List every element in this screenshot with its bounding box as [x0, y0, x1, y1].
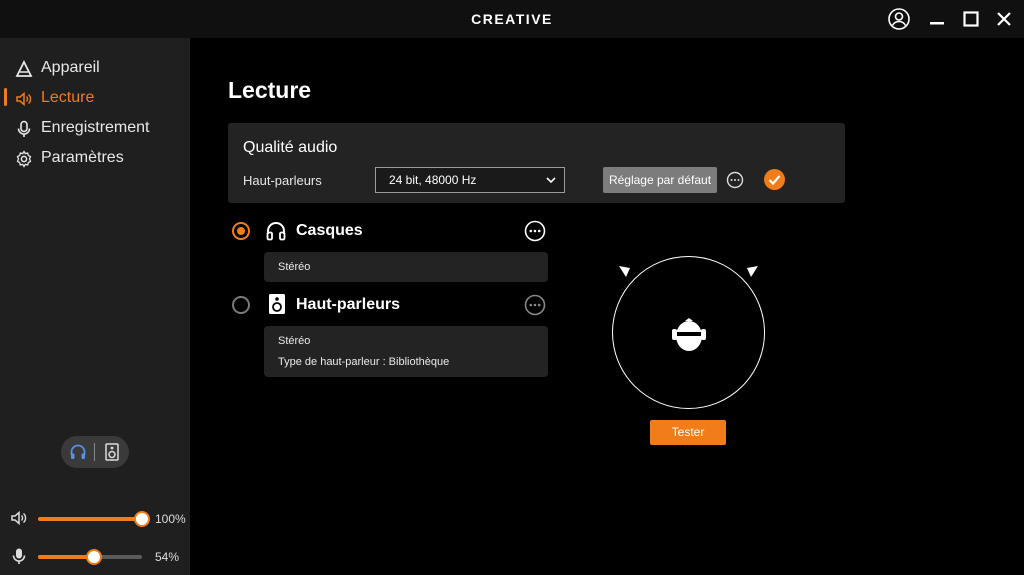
minimize-button[interactable]: [924, 6, 950, 32]
audio-quality-label: Haut-parleurs: [243, 173, 322, 188]
close-icon: [997, 12, 1011, 26]
speaker-icon: [16, 91, 32, 107]
sidebar-item-label: Appareil: [41, 59, 100, 76]
headphones-label: Casques: [296, 222, 363, 239]
speakers-detail-line: Stéréo: [278, 335, 311, 347]
maximize-icon: [963, 11, 979, 27]
gear-icon: [16, 150, 32, 168]
sidebar-item-label: Paramètres: [41, 149, 124, 166]
mic-volume-row: 54%: [0, 544, 190, 568]
speaker-box-icon: [269, 294, 285, 314]
audio-quality-panel: Qualité audio Haut-parleurs 24 bit, 4800…: [228, 123, 845, 203]
mic-volume-value: 54%: [155, 550, 180, 564]
sidebar-item-lecture[interactable]: Lecture: [0, 84, 190, 112]
headphones-more-icon[interactable]: [524, 220, 546, 242]
reset-default-button[interactable]: Réglage par défaut: [603, 167, 717, 193]
headphones-radio[interactable]: [232, 222, 250, 240]
output-volume-thumb[interactable]: [134, 511, 150, 527]
output-volume-value: 100%: [155, 512, 186, 526]
chevron-down-icon: [546, 177, 556, 184]
sidebar-item-parametres[interactable]: Paramètres: [0, 144, 190, 172]
output-volume-fill: [38, 517, 142, 521]
speakers-label: Haut-parleurs: [296, 296, 401, 313]
minimize-icon: [930, 22, 944, 25]
headphones-toggle-icon[interactable]: [69, 443, 87, 461]
apply-check-button[interactable]: [764, 169, 785, 190]
title-bar: CREATIVE: [0, 0, 1024, 38]
user-icon: [888, 8, 910, 30]
brand-logo: CREATIVE: [471, 11, 553, 27]
volume-icon: [11, 510, 27, 526]
speakers-radio[interactable]: [232, 296, 250, 314]
headphones-details: Stéréo: [264, 252, 548, 282]
sidebar-item-label: Lecture: [41, 89, 95, 106]
listener-head-icon: [672, 318, 706, 351]
close-button[interactable]: [991, 6, 1017, 32]
headphones-detail-line: Stéréo: [278, 261, 311, 273]
more-options-icon[interactable]: [726, 171, 744, 189]
test-button[interactable]: Tester: [650, 420, 726, 445]
microphone-icon: [12, 548, 26, 564]
audio-format-value: 24 bit, 48000 Hz: [389, 173, 477, 187]
output-volume-slider[interactable]: [38, 511, 150, 527]
mic-volume-slider[interactable]: [38, 549, 142, 565]
output-volume-row: 100%: [0, 506, 190, 530]
speakers-details: Stéréo Type de haut-parleur : Bibliothèq…: [264, 326, 548, 377]
toggle-divider: [94, 443, 95, 461]
speaker-box-toggle-icon[interactable]: [104, 443, 120, 461]
audio-format-select[interactable]: 24 bit, 48000 Hz: [375, 167, 565, 193]
headphones-icon: [266, 222, 286, 241]
account-button[interactable]: [886, 6, 912, 32]
maximize-button[interactable]: [958, 6, 984, 32]
left-speaker-icon[interactable]: [618, 264, 634, 278]
sidebar-item-enregistrement[interactable]: Enregistrement: [0, 114, 190, 142]
microphone-icon: [17, 120, 31, 137]
device-icon: [15, 60, 33, 77]
output-device-toggle: [61, 436, 129, 468]
audio-quality-title: Qualité audio: [243, 139, 338, 156]
sidebar-item-appareil[interactable]: Appareil: [0, 54, 190, 82]
speakers-detail-line: Type de haut-parleur : Bibliothèque: [278, 356, 450, 368]
speakers-more-icon[interactable]: [524, 294, 546, 316]
mic-volume-thumb[interactable]: [86, 549, 103, 565]
sidebar-item-label: Enregistrement: [41, 119, 150, 136]
page-title: Lecture: [228, 77, 312, 103]
check-icon: [768, 175, 781, 186]
right-speaker-icon[interactable]: [743, 264, 759, 278]
sidebar: Appareil Lecture Enregistrement Paramètr…: [0, 38, 190, 575]
